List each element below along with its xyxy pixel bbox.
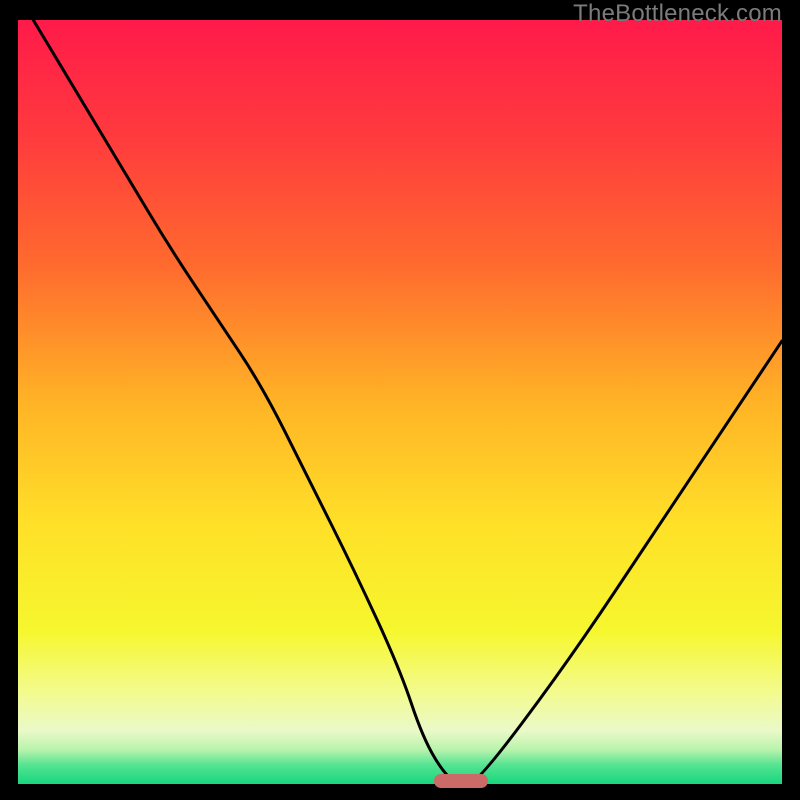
chart-frame: [18, 20, 782, 784]
optimal-range-marker: [434, 774, 487, 788]
watermark-text: TheBottleneck.com: [573, 0, 782, 28]
plot-svg: [18, 20, 782, 784]
